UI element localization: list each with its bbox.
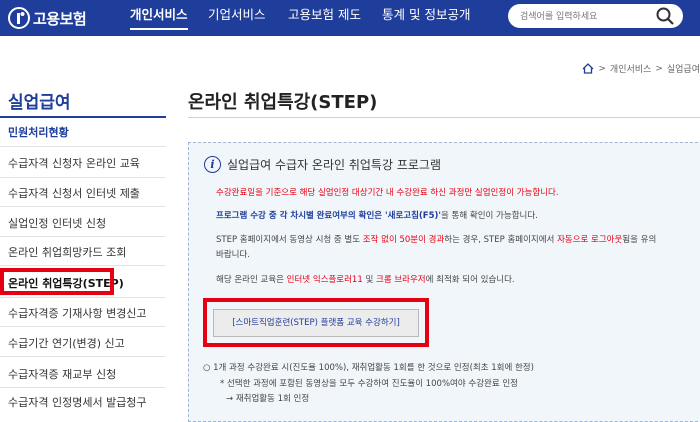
notice-line-2: 프로그램 수강 중 각 차시별 완료여부의 확인은 '새로고침(F5)'을 통해…: [216, 211, 538, 221]
note-line-2: * 선택한 과정에 포함된 동영상을 모두 수강하여 진도율이 100%여야 수…: [220, 379, 518, 389]
breadcrumb-item[interactable]: 실업급여: [667, 62, 700, 75]
sidebar-divider: [0, 356, 166, 357]
sidebar-item-online-education[interactable]: 수급자격 신청자 온라인 교육: [8, 155, 166, 171]
panel-heading: i 실업급여 수급자 온라인 취업특강 프로그램: [204, 156, 441, 173]
site-logo[interactable]: 고용보험: [8, 5, 87, 31]
sidebar-divider: [0, 326, 166, 327]
panel-heading-text: 실업급여 수급자 온라인 취업특강 프로그램: [227, 158, 441, 172]
sidebar-title: 실업급여: [8, 93, 71, 113]
logo-mark-icon: [8, 7, 30, 29]
note-line-1: ○ 1개 과정 수강완료 시(진도율 100%), 재취업활동 1회를 한 것으…: [203, 363, 534, 373]
notice-line-3: STEP 홈페이지에서 동영상 시청 중 별도 조작 없이 50분이 경과하는 …: [216, 235, 657, 245]
nav-insurance-system[interactable]: 고용보험 제도: [288, 0, 361, 36]
sidebar-divider: [0, 146, 166, 147]
sidebar-divider: [0, 387, 166, 388]
title-divider: [188, 117, 700, 118]
search-box: [508, 4, 683, 28]
nav-statistics[interactable]: 통계 및 정보공개: [382, 0, 470, 36]
sidebar-divider: [0, 297, 166, 298]
step-enroll-button[interactable]: [스마트직업훈련(STEP) 플랫폼 교육 수강하기]: [213, 309, 419, 337]
breadcrumb-sep-icon: >: [598, 63, 606, 74]
nav-business-services[interactable]: 기업서비스: [208, 0, 266, 36]
sidebar-item-internet-submit[interactable]: 수급자격 신청서 인터넷 제출: [8, 185, 166, 201]
nav-personal-services[interactable]: 개인서비스: [130, 0, 188, 36]
notice-line-1: 수강완료일을 기준으로 해당 실업인정 대상기간 내 수강완료 하신 과정만 실…: [216, 188, 559, 198]
top-header: 고용보험 개인서비스 기업서비스 고용보험 제도 통계 및 정보공개: [0, 0, 700, 36]
info-icon: i: [204, 156, 221, 173]
sidebar-item-reissue[interactable]: 수급자격증 재교부 신청: [8, 366, 166, 382]
page-title: 온라인 취업특강(STEP): [188, 92, 378, 113]
notice-line-4: 해당 온라인 교육은 인터넷 익스플로러11 및 크롬 브라우저에 최적화 되어…: [216, 275, 515, 285]
sidebar-divider: [0, 265, 166, 266]
sidebar-divider: [0, 236, 166, 237]
logo-text: 고용보험: [33, 9, 87, 28]
search-icon[interactable]: [655, 6, 675, 26]
sidebar-item-status[interactable]: 민원처리현황: [8, 124, 166, 140]
sidebar-item-hope-card[interactable]: 온라인 취업희망카드 조회: [8, 244, 166, 260]
breadcrumb-sep-icon: >: [655, 63, 663, 74]
sidebar-item-period-extension[interactable]: 수급기간 연기(변경) 신고: [8, 335, 166, 351]
highlight-box: [0, 268, 114, 295]
search-input[interactable]: [518, 6, 652, 28]
sidebar-divider: [0, 177, 166, 178]
sidebar-item-unemployment-recognition[interactable]: 실업인정 인터넷 신청: [8, 215, 166, 231]
breadcrumb: > 개인서비스 > 실업급여: [582, 62, 700, 75]
breadcrumb-item[interactable]: 개인서비스: [610, 62, 651, 75]
notice-line-3-cont: 바랍니다.: [216, 250, 250, 260]
sidebar-divider: [0, 206, 166, 207]
sidebar-divider: [0, 116, 166, 118]
sidebar-item-statement-request[interactable]: 수급자격 인정명세서 발급청구: [8, 394, 166, 410]
note-line-3: → 재취업활동 1회 인정: [226, 394, 310, 404]
sidebar-item-change-report[interactable]: 수급자격증 기재사항 변경신고: [8, 305, 166, 321]
home-icon[interactable]: [582, 63, 594, 74]
